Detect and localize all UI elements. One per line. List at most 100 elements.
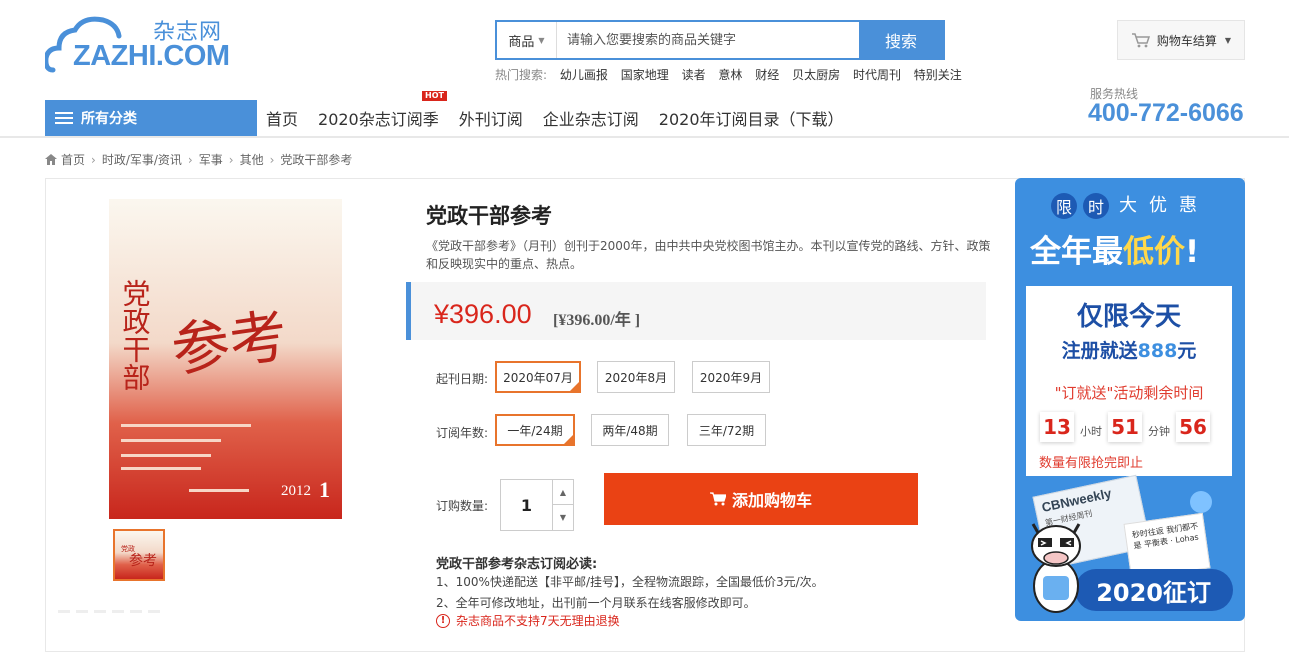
countdown-minutes: 51 xyxy=(1108,412,1142,442)
promo-char: 优 xyxy=(1149,195,1167,216)
hot-keyword-link[interactable]: 幼儿画报 xyxy=(560,68,608,82)
promo-limit-text: 数量有限抢完即止 xyxy=(1039,456,1144,471)
promo-big-text: 全年最低价! xyxy=(1030,226,1199,271)
quantity-value[interactable]: 1 xyxy=(501,480,552,530)
promo-headline: 限 时 大 优 惠 xyxy=(1051,193,1209,219)
hot-keyword-link[interactable]: 读者 xyxy=(682,68,706,82)
nav-item-2020-season[interactable]: 2020杂志订阅季 xyxy=(318,106,439,130)
breadcrumb-separator: › xyxy=(228,152,234,167)
promo-big-mid: 最 xyxy=(1092,234,1123,270)
breadcrumb-home[interactable]: 首页 xyxy=(61,151,85,168)
promo-big-em: 低价 xyxy=(1123,234,1185,270)
breadcrumb-item[interactable]: 军事 xyxy=(199,151,223,168)
hotline-number: 400-772-6066 xyxy=(1088,99,1244,127)
thumbnail-scroll-track xyxy=(58,602,166,613)
years-option[interactable]: 两年/48期 xyxy=(591,414,669,446)
cart-checkout-button[interactable]: 购物车结算 ▼ xyxy=(1117,20,1245,60)
years-option[interactable]: 一年/24期 xyxy=(495,414,575,446)
breadcrumb-separator: › xyxy=(187,152,193,167)
cover-title: 党政干部 xyxy=(119,279,152,391)
start-date-option[interactable]: 2020年07月 xyxy=(495,361,581,393)
decrement-arrow-icon[interactable]: ▼ xyxy=(552,505,573,530)
breadcrumb-item[interactable]: 其他 xyxy=(240,151,264,168)
product-title: 党政干部参考 xyxy=(426,204,552,228)
promo-offer-pre: 注册就送 xyxy=(1061,340,1138,362)
start-date-option[interactable]: 2020年9月 xyxy=(692,361,770,393)
nav-divider xyxy=(0,136,1289,138)
increment-arrow-icon[interactable]: ▲ xyxy=(552,480,573,505)
home-icon xyxy=(45,154,57,165)
product-price: ¥396.00 xyxy=(434,299,532,329)
start-date-label: 起刊日期: xyxy=(436,372,489,386)
add-to-cart-label: 添加购物车 xyxy=(731,491,812,510)
promo-card: 仅限今天 注册就送888元 "订就送"活动剩余时间 13 小时 51 分钟 56… xyxy=(1026,286,1232,476)
quantity-stepper: 1 ▲ ▼ xyxy=(500,479,574,531)
promo-countdown: 13 小时 51 分钟 56 xyxy=(1040,412,1210,442)
nav-item-foreign[interactable]: 外刊订阅 xyxy=(459,106,523,130)
cart-label: 购物车结算 xyxy=(1156,33,1217,48)
magazine-text: 秒时往返 我们都不是 平衡表 · Lohas xyxy=(1131,521,1200,551)
start-date-option[interactable]: 2020年8月 xyxy=(597,361,675,393)
promo-countdown-label: "订就送"活动剩余时间 xyxy=(1054,384,1204,402)
years-option[interactable]: 三年/72期 xyxy=(687,414,766,446)
svg-text:党政: 党政 xyxy=(121,544,135,553)
promo-card-offer: 注册就送888元 xyxy=(1026,336,1232,363)
notice-line: 1、100%快递配送【非平邮/挂号】，全程物流跟踪，全国最低价3元/次。 xyxy=(436,575,824,589)
cover-year: 2012 xyxy=(281,483,311,499)
nav-item-home[interactable]: 首页 xyxy=(266,106,298,130)
promo-char: 惠 xyxy=(1179,195,1197,216)
promo-banner[interactable]: 限 时 大 优 惠 全年最低价! 仅限今天 注册就送888元 "订就送"活动剩余… xyxy=(1015,178,1245,621)
promo-card-title: 仅限今天 xyxy=(1076,302,1181,332)
main-nav: 首页 2020杂志订阅季 外刊订阅 企业杂志订阅 2020年订阅目录（下载） H… xyxy=(266,91,864,130)
search-category-select[interactable]: 商品 ▼ xyxy=(497,22,557,58)
cover-issue: 1 xyxy=(319,477,330,502)
search-input[interactable] xyxy=(557,22,859,58)
countdown-seconds: 56 xyxy=(1176,412,1210,442)
promo-char-circle: 限 xyxy=(1051,193,1077,219)
shopping-cart-icon xyxy=(1131,33,1150,48)
quantity-label: 订购数量: xyxy=(436,499,489,513)
hot-keyword-link[interactable]: 国家地理 xyxy=(621,68,669,82)
promo-pill: 2020征订 xyxy=(1075,569,1233,611)
hot-keyword-link[interactable]: 特别关注 xyxy=(914,68,962,82)
breadcrumb-separator: › xyxy=(269,152,275,167)
countdown-hours: 13 xyxy=(1040,412,1074,442)
hot-keywords-label: 热门搜索: xyxy=(495,68,548,82)
cover-thumbnail[interactable]: 党政 参考 xyxy=(113,529,165,581)
promo-char: 大 xyxy=(1119,195,1137,216)
search-bar: 商品 ▼ 搜索 xyxy=(495,20,945,60)
svg-text:参考: 参考 xyxy=(129,552,157,569)
site-logo[interactable]: 杂志网 ZAZHI.COM xyxy=(45,14,240,74)
promo-offer-amount: 888 xyxy=(1137,340,1178,362)
cart-icon xyxy=(709,492,726,506)
promo-char-circle: 时 xyxy=(1083,193,1109,219)
countdown-hours-unit: 小时 xyxy=(1080,425,1102,438)
search-button[interactable]: 搜索 xyxy=(859,22,943,58)
breadcrumb-separator: › xyxy=(91,152,96,167)
menu-icon xyxy=(55,109,73,127)
countdown-minutes-unit: 分钟 xyxy=(1148,425,1170,438)
info-icon: ! xyxy=(436,613,450,628)
breadcrumb-current: 党政干部参考 xyxy=(280,153,353,167)
hot-keyword-link[interactable]: 时代周刊 xyxy=(853,68,901,82)
product-cover-image: 党政干部 参考 2012 1 xyxy=(109,199,342,519)
hot-keyword-link[interactable]: 贝太厨房 xyxy=(792,68,840,82)
product-description: 《党政干部参考》（月刊）创刊于2000年，由中共中央党校图书馆主办。本刊以宣传党… xyxy=(426,239,991,271)
add-to-cart-button[interactable]: 添加购物车 xyxy=(604,473,918,525)
chevron-down-icon: ▼ xyxy=(1224,35,1232,45)
all-categories-button[interactable]: 所有分类 xyxy=(45,100,257,136)
hot-keywords: 热门搜索: 幼儿画报 国家地理 读者 意林 财经 贝太厨房 时代周刊 特别关注 xyxy=(495,66,962,83)
promo-big-post: ! xyxy=(1185,234,1200,270)
return-warning-text: 杂志商品不支持7天无理由退换 xyxy=(456,614,620,628)
hot-keyword-link[interactable]: 意林 xyxy=(718,68,742,82)
breadcrumb-item[interactable]: 时政/军事/资讯 xyxy=(102,151,182,168)
notice-title: 党政干部参考杂志订阅必读: xyxy=(436,557,598,572)
logo-en-text: ZAZHI.COM xyxy=(73,40,230,72)
hot-badge: HOT xyxy=(422,91,447,101)
return-warning: ! 杂志商品不支持7天无理由退换 xyxy=(436,612,620,629)
hot-keyword-link[interactable]: 财经 xyxy=(755,68,779,82)
nav-item-enterprise[interactable]: 企业杂志订阅 xyxy=(543,106,639,130)
chevron-down-icon: ▼ xyxy=(538,35,545,45)
nav-item-catalog[interactable]: 2020年订阅目录（下载） xyxy=(659,106,844,130)
promo-big-pre: 全年 xyxy=(1030,234,1092,270)
